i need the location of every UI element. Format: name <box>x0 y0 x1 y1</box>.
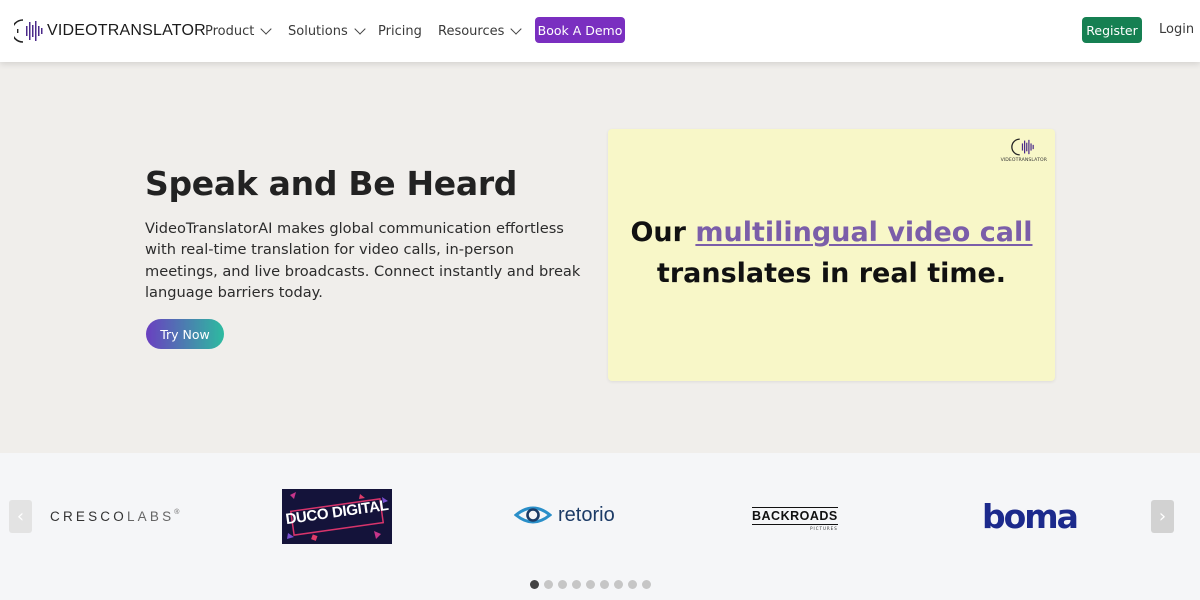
cresco-main-text: CRESCO <box>50 509 127 524</box>
soundwave-logo-icon <box>1011 138 1034 156</box>
book-demo-button[interactable]: Book A Demo <box>535 17 625 43</box>
video-watermark-logo: VIDEOTRANSLATOR <box>1001 137 1047 163</box>
backroads-text: BACKROADS <box>752 507 838 525</box>
nav-item-product[interactable]: Product <box>205 0 273 62</box>
carousel-dot[interactable] <box>572 580 581 589</box>
logo-boma: boma <box>982 497 1079 536</box>
login-link[interactable]: Login <box>1159 22 1194 37</box>
chevron-left-icon: ‹ <box>16 506 25 527</box>
boma-text: boma <box>982 497 1079 536</box>
demo-video[interactable]: VIDEOTRANSLATOR <box>608 129 1055 381</box>
register-button[interactable]: Register <box>1082 17 1142 43</box>
chevron-down-icon <box>260 23 273 35</box>
nav-item-solutions[interactable]: Solutions <box>288 0 366 62</box>
site-logo[interactable]: VIDEOTRANSLATOR <box>14 17 206 45</box>
caption-highlight: multilingual video call <box>695 217 1033 248</box>
caption-prefix: Our <box>630 217 686 248</box>
backroads-sub-text: PICTURES <box>810 526 838 531</box>
try-now-button[interactable]: Try Now <box>146 319 224 349</box>
nav-item-label: Solutions <box>288 23 348 39</box>
cresco-labs-text: LABS <box>126 509 175 524</box>
chevron-right-icon: › <box>1158 506 1167 527</box>
carousel-prev-button[interactable]: ‹ <box>9 500 32 533</box>
carousel-dot[interactable] <box>628 580 637 589</box>
chevron-down-icon <box>510 23 523 35</box>
logo-text: VIDEOTRANSLATOR <box>47 22 206 39</box>
nav-item-resources[interactable]: Resources <box>438 0 523 62</box>
video-caption-line1: Our multilingual video call <box>608 217 1055 248</box>
retorio-text: retorio <box>558 503 615 526</box>
carousel-dot[interactable] <box>642 580 651 589</box>
carousel-dot[interactable] <box>600 580 609 589</box>
nav-item-label: Product <box>205 23 255 39</box>
carousel-dot[interactable] <box>544 580 553 589</box>
carousel-dot[interactable] <box>530 580 539 589</box>
soundwave-logo-icon <box>14 19 43 43</box>
nav-item-label: Resources <box>438 23 505 39</box>
hero-description: VideoTranslatorAI makes global communica… <box>145 220 581 301</box>
carousel-dot[interactable] <box>586 580 595 589</box>
hero-title: Speak and Be Heard <box>145 164 518 203</box>
eye-icon <box>514 506 552 524</box>
video-logo-text: VIDEOTRANSLATOR <box>1000 158 1047 163</box>
registered-mark: ® <box>174 509 180 516</box>
chevron-down-icon <box>354 23 366 35</box>
carousel-next-button[interactable]: › <box>1151 500 1174 533</box>
nav-item-label: Pricing <box>378 23 422 39</box>
logo-duco-digital: DUCO DIGITAL <box>282 489 392 544</box>
site-header: VIDEOTRANSLATOR Product Solutions Pricin… <box>0 0 1200 62</box>
logo-backroads: BACKROADS PICTURES <box>752 507 838 531</box>
carousel-dot[interactable] <box>558 580 567 589</box>
carousel-pagination <box>530 580 651 589</box>
logo-cresco-labs: CRESCOLABS® <box>50 509 179 524</box>
logo-retorio: retorio <box>514 503 615 527</box>
nav-item-pricing[interactable]: Pricing <box>378 0 422 62</box>
client-logos-carousel: ‹ CRESCOLABS® DUCO DIGITAL retorio BACKR… <box>0 453 1200 600</box>
video-caption-line2: translates in real time. <box>656 258 1007 289</box>
carousel-dot[interactable] <box>614 580 623 589</box>
